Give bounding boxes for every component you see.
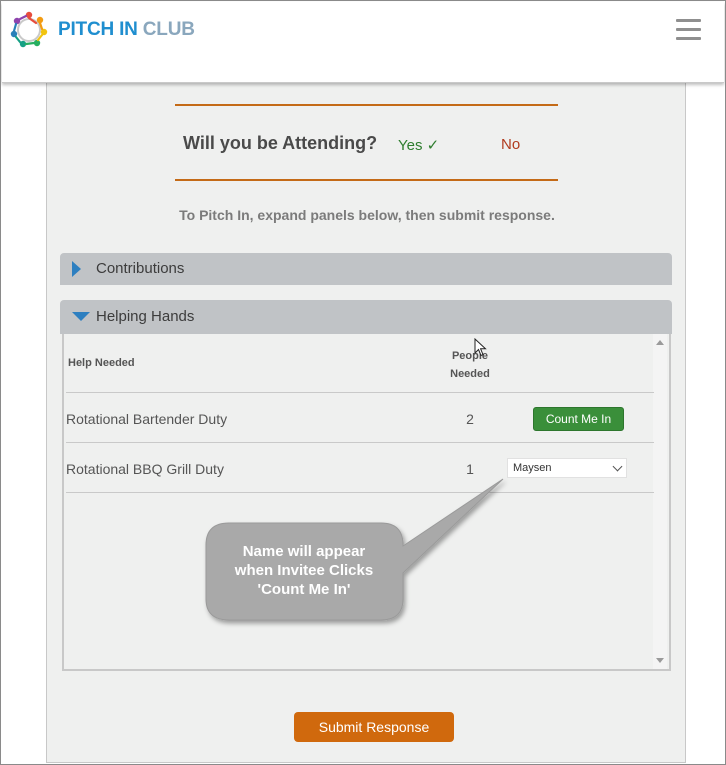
callout-line: 'Count Me In': [257, 581, 351, 598]
volunteer-name-select[interactable]: Maysen: [507, 458, 627, 478]
row-divider: [66, 442, 654, 443]
mouse-pointer-icon: [474, 338, 487, 357]
instruction-text: To Pitch In, expand panels below, then s…: [179, 207, 555, 223]
panel-contributions-header[interactable]: Contributions: [60, 253, 672, 285]
column-header-line: People: [451, 350, 489, 362]
column-header-people-needed: People Needed: [440, 347, 500, 383]
attendance-box: Will you be Attending? Yes ✓ No: [175, 104, 558, 181]
row-divider: [66, 492, 654, 493]
app-frame: PITCH IN CLUB Will you be Attending? Yes…: [0, 0, 726, 765]
brand-name[interactable]: PITCH IN CLUB: [58, 19, 195, 41]
helping-hands-table: Help Needed People Needed Rotational Bar…: [62, 334, 671, 671]
table-row-people-needed: 2: [466, 411, 474, 427]
callout-line: when Invitee Clicks: [234, 562, 374, 579]
people-circle-logo-icon[interactable]: [9, 10, 49, 50]
panel-title: Helping Hands: [96, 308, 195, 325]
scroll-down-arrow-icon[interactable]: [656, 658, 664, 663]
panel-title: Contributions: [96, 260, 185, 277]
hamburger-bar: [676, 28, 701, 31]
main-content: Will you be Attending? Yes ✓ No To Pitch…: [46, 83, 686, 763]
scroll-up-arrow-icon[interactable]: [656, 340, 664, 345]
table-row-task: Rotational Bartender Duty: [66, 411, 228, 427]
panel-helping-hands-header[interactable]: Helping Hands: [60, 300, 672, 334]
table-row-people-needed: 1: [466, 461, 474, 477]
attendance-question: Will you be Attending?: [183, 133, 378, 153]
hamburger-menu-icon[interactable]: [676, 19, 701, 40]
table-row-task: Rotational BBQ Grill Duty: [66, 461, 224, 477]
vertical-scrollbar[interactable]: [653, 334, 667, 669]
column-header-help-needed: Help Needed: [68, 357, 135, 369]
submit-response-button[interactable]: Submit Response: [294, 712, 454, 742]
count-me-in-button[interactable]: Count Me In: [533, 407, 624, 431]
row-divider: [66, 392, 654, 393]
brand-name-part2: CLUB: [142, 19, 195, 40]
callout-text: Name will appear when Invitee Clicks 'Co…: [207, 542, 401, 599]
selected-name: Maysen: [513, 462, 552, 474]
top-header: PITCH IN CLUB: [2, 2, 724, 83]
chevron-down-icon: [612, 461, 623, 472]
attend-no-option[interactable]: No: [501, 136, 520, 153]
hamburger-bar: [676, 19, 701, 22]
hamburger-bar: [676, 37, 701, 40]
brand-name-part1: PITCH IN: [58, 19, 138, 40]
column-header-line: Needed: [450, 368, 490, 380]
caret-right-icon: [72, 261, 81, 277]
caret-down-icon: [72, 312, 90, 321]
attend-yes-label: Yes: [398, 137, 423, 154]
callout-line: Name will appear: [242, 543, 366, 560]
checkmark-icon: ✓: [426, 137, 440, 154]
attend-yes-option[interactable]: Yes ✓: [398, 136, 439, 154]
